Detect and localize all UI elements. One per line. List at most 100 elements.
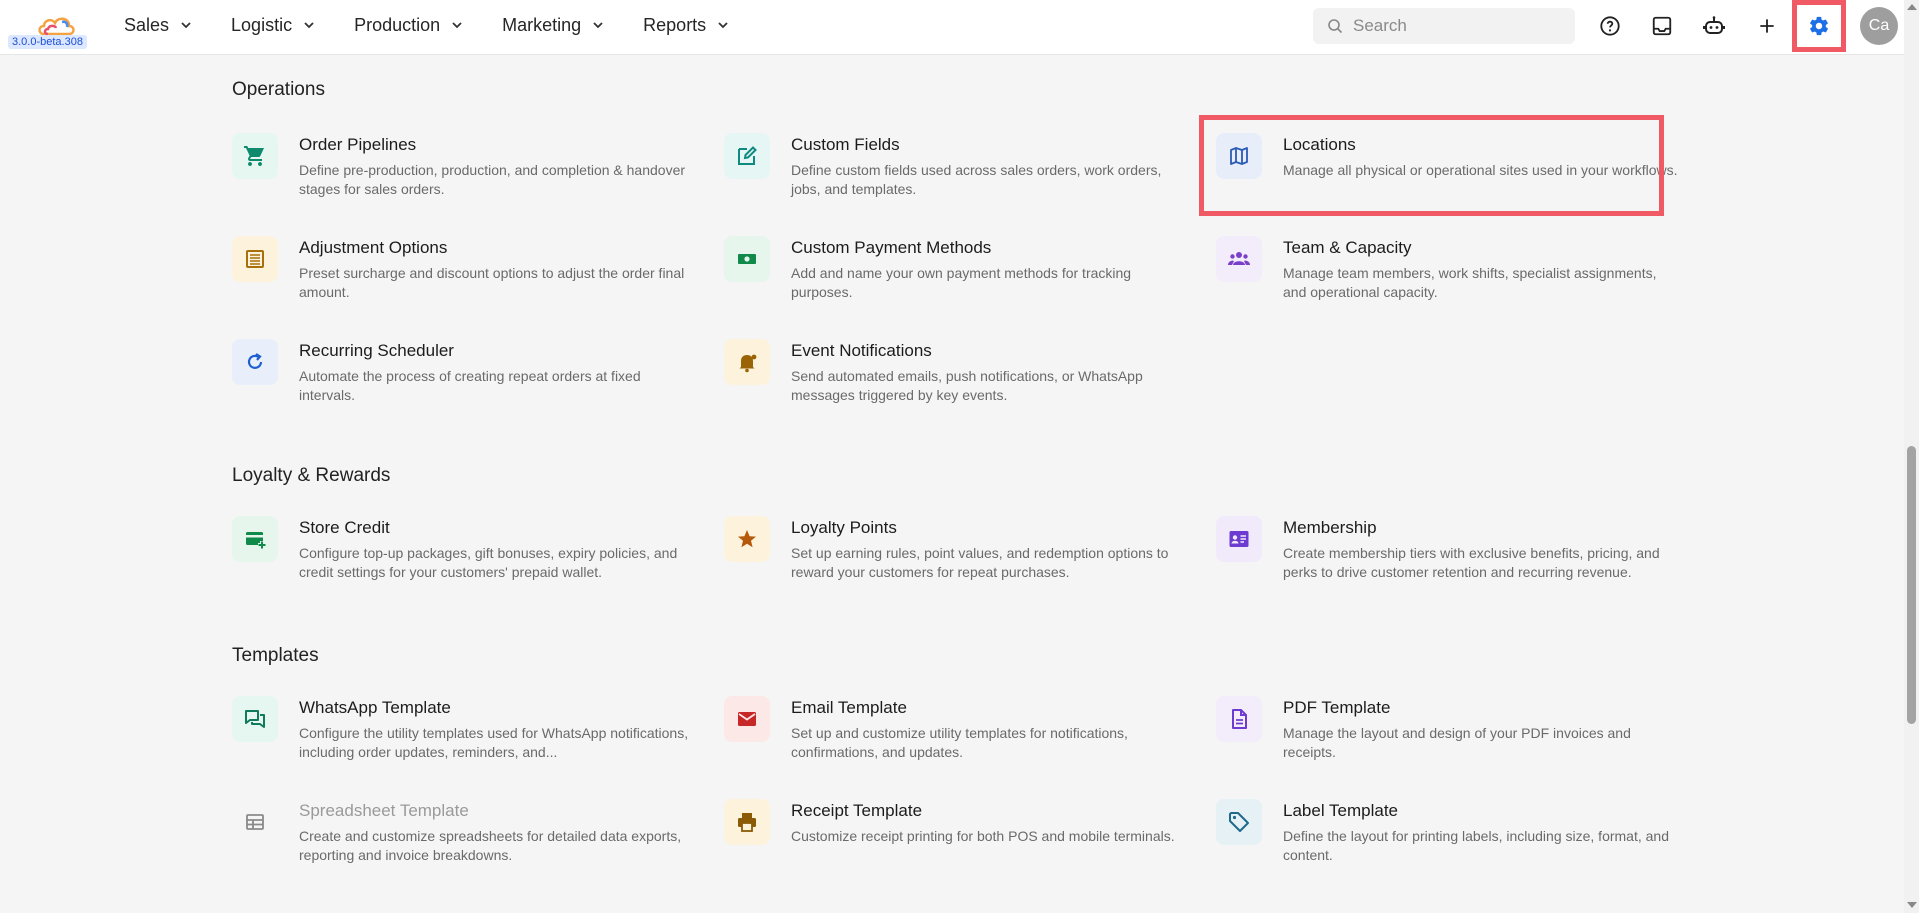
- card-membership[interactable]: Membership Create membership tiers with …: [1216, 516, 1686, 606]
- card-title: Spreadsheet Template: [299, 801, 469, 820]
- nav-label: Marketing: [502, 14, 582, 35]
- card-title: Recurring Scheduler: [299, 341, 454, 360]
- chevron-down-icon: [304, 22, 314, 29]
- card-title: Receipt Template: [791, 801, 923, 820]
- card-custom-payment-methods[interactable]: Custom Payment Methods Add and name your…: [724, 236, 1194, 326]
- card-description: Configure the utility templates used for…: [299, 725, 689, 760]
- section-title-templates: Templates: [232, 645, 319, 666]
- inbox-button[interactable]: [1649, 13, 1675, 39]
- vertical-scrollbar[interactable]: [1904, 0, 1919, 913]
- card-title: Order Pipelines: [299, 135, 417, 154]
- nav-label: Logistic: [231, 14, 293, 35]
- card-loyalty-points[interactable]: Loyalty Points Set up earning rules, poi…: [724, 516, 1194, 606]
- card-pdf-template[interactable]: PDF Template Manage the layout and desig…: [1216, 696, 1686, 786]
- card-description: Customize receipt printing for both POS …: [791, 828, 1175, 844]
- card-description: Create membership tiers with exclusive b…: [1283, 545, 1660, 580]
- nav-sales[interactable]: Sales: [124, 15, 193, 36]
- plus-icon: [1760, 19, 1774, 33]
- team-icon: [1216, 236, 1262, 282]
- search-box[interactable]: [1313, 8, 1575, 44]
- top-navbar: 3.0.0-beta.308 Sales Logistic Production…: [0, 0, 1904, 55]
- chevron-down-icon: [593, 22, 603, 29]
- locations-highlight-box: [1199, 115, 1664, 216]
- card-email-template[interactable]: Email Template Set up and customize util…: [724, 696, 1194, 786]
- nav-label: Reports: [643, 14, 707, 35]
- card-whatsapp-template[interactable]: WhatsApp Template Configure the utility …: [232, 696, 702, 786]
- cash-icon: [724, 236, 770, 282]
- document-icon: [1216, 696, 1262, 742]
- card-description: Send automated emails, push notification…: [791, 368, 1143, 403]
- card-description: Set up earning rules, point values, and …: [791, 545, 1169, 580]
- card-description: Create and customize spreadsheets for de…: [299, 828, 682, 863]
- nav-logistic[interactable]: Logistic: [231, 15, 316, 36]
- card-description: Manage the layout and design of your PDF…: [1283, 725, 1631, 760]
- card-spreadsheet-template[interactable]: Spreadsheet Template Create and customiz…: [232, 799, 702, 889]
- mail-icon: [724, 696, 770, 742]
- chevron-down-icon: [181, 22, 191, 29]
- card-title: Adjustment Options: [299, 238, 448, 257]
- card-description: Configure top-up packages, gift bonuses,…: [299, 545, 678, 580]
- edit-icon: [724, 133, 770, 179]
- card-description: Manage team members, work shifts, specia…: [1283, 265, 1657, 300]
- settings-button[interactable]: [1792, 0, 1846, 52]
- card-title: Loyalty Points: [791, 518, 897, 537]
- card-title: Store Credit: [299, 518, 390, 537]
- nav-reports[interactable]: Reports: [643, 15, 730, 36]
- card-title: WhatsApp Template: [299, 698, 451, 717]
- card-adjustment-options[interactable]: Adjustment Options Preset surcharge and …: [232, 236, 702, 326]
- card-event-notifications[interactable]: Event Notifications Send automated email…: [724, 339, 1194, 429]
- help-button[interactable]: [1597, 13, 1623, 39]
- star-icon: [724, 516, 770, 562]
- card-custom-fields[interactable]: Custom Fields Define custom fields used …: [724, 133, 1194, 223]
- id-card-icon: [1216, 516, 1262, 562]
- bell-icon: [724, 339, 770, 385]
- card-title: PDF Template: [1283, 698, 1391, 717]
- list-icon: [232, 236, 278, 282]
- search-input[interactable]: [1353, 16, 1553, 36]
- card-label-template[interactable]: Label Template Define the layout for pri…: [1216, 799, 1686, 889]
- card-title: Membership: [1283, 518, 1377, 537]
- scrollbar-thumb[interactable]: [1907, 446, 1916, 724]
- card-description: Define pre-production, production, and c…: [299, 162, 686, 197]
- card-order-pipelines[interactable]: Order Pipelines Define pre-production, p…: [232, 133, 702, 223]
- refresh-icon: [232, 339, 278, 385]
- section-title-loyalty: Loyalty & Rewards: [232, 465, 391, 486]
- chat-icon: [232, 696, 278, 742]
- app-logo[interactable]: 3.0.0-beta.308: [6, 6, 98, 50]
- inbox-icon: [1652, 16, 1672, 36]
- card-title: Team & Capacity: [1283, 238, 1412, 257]
- card-title: Custom Payment Methods: [791, 238, 992, 257]
- card-description: Automate the process of creating repeat …: [299, 368, 641, 403]
- table-icon: [232, 799, 278, 845]
- add-button[interactable]: [1754, 13, 1780, 39]
- gear-icon: [1810, 16, 1828, 36]
- chevron-down-icon: [718, 22, 728, 29]
- card-title: Email Template: [791, 698, 907, 717]
- card-description: Add and name your own payment methods fo…: [791, 265, 1132, 300]
- section-title-operations: Operations: [232, 79, 325, 100]
- card-recurring-scheduler[interactable]: Recurring Scheduler Automate the process…: [232, 339, 702, 429]
- card-team-capacity[interactable]: Team & Capacity Manage team members, wor…: [1216, 236, 1686, 326]
- card-description: Set up and customize utility templates f…: [791, 725, 1128, 760]
- assistant-button[interactable]: [1701, 13, 1727, 39]
- card-add-icon: [232, 516, 278, 562]
- nav-label: Production: [354, 14, 441, 35]
- nav-marketing[interactable]: Marketing: [502, 15, 605, 36]
- card-store-credit[interactable]: Store Credit Configure top-up packages, …: [232, 516, 702, 606]
- avatar[interactable]: Ca: [1860, 7, 1898, 45]
- card-receipt-template[interactable]: Receipt Template Customize receipt print…: [724, 799, 1194, 889]
- card-description: Define custom fields used across sales o…: [791, 162, 1162, 197]
- nav-production[interactable]: Production: [354, 15, 464, 36]
- scroll-down-arrow[interactable]: [1907, 902, 1917, 908]
- main-nav: Sales Logistic Production Marketing Repo…: [124, 0, 768, 50]
- card-description: Preset surcharge and discount options to…: [299, 265, 685, 300]
- chevron-down-icon: [452, 22, 462, 29]
- version-badge: 3.0.0-beta.308: [8, 35, 87, 49]
- card-description: Define the layout for printing labels, i…: [1283, 828, 1669, 863]
- card-title: Event Notifications: [791, 341, 932, 360]
- tag-icon: [1216, 799, 1262, 845]
- search-icon: [1328, 19, 1343, 34]
- scroll-up-arrow[interactable]: [1907, 4, 1917, 10]
- card-title: Custom Fields: [791, 135, 900, 154]
- help-icon: [1600, 16, 1620, 36]
